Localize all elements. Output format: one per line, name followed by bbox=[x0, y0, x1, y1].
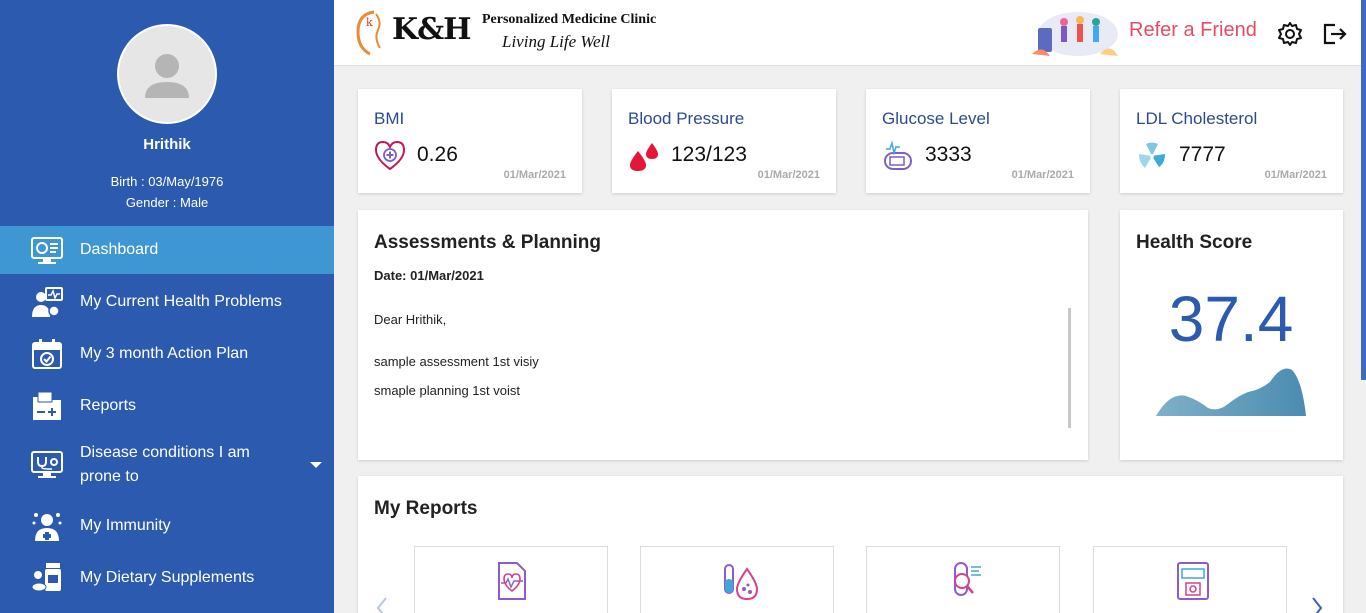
heart-plus-icon bbox=[374, 140, 406, 171]
glucose-meter-icon bbox=[884, 140, 912, 170]
monitor-stethoscope-icon bbox=[31, 451, 63, 478]
my-reports-title: My Reports bbox=[374, 498, 478, 519]
health-score-title: Health Score bbox=[1136, 232, 1253, 253]
clinic-logo-icon[interactable]: k bbox=[352, 8, 390, 56]
sidebar: Hrithik Birth : 03/May/1976 Gender : Mal… bbox=[0, 0, 334, 613]
nav-item-immunity[interactable]: My Immunity bbox=[0, 502, 334, 550]
nav-label-disease-conditions-2: prone to bbox=[80, 468, 139, 485]
monitor-dashboard-icon bbox=[31, 237, 63, 264]
assessment-scrollbar[interactable] bbox=[1068, 308, 1071, 428]
nav-item-reports[interactable]: Reports bbox=[0, 382, 334, 430]
calendar-check-icon bbox=[32, 339, 62, 369]
blood-test-icon bbox=[724, 564, 759, 601]
assessment-title: Assessments & Planning bbox=[374, 232, 602, 253]
user-gender: Gender : Male bbox=[125, 195, 209, 210]
doctor-patient-icon bbox=[32, 287, 63, 317]
user-birth: Birth : 03/May/1976 bbox=[110, 174, 224, 189]
vital-card-ldl-cholesterol[interactable]: LDL Cholesterol 7777 01/Mar/2021 bbox=[1120, 89, 1343, 193]
report-tile-ecg[interactable] bbox=[414, 546, 608, 613]
nav-item-action-plan[interactable]: My 3 month Action Plan bbox=[0, 330, 334, 378]
svg-text:k: k bbox=[366, 16, 373, 29]
nav-label-action-plan: My 3 month Action Plan bbox=[80, 345, 249, 362]
nav-label-dietary-supplements: My Dietary Supplements bbox=[80, 569, 255, 586]
gear-icon[interactable] bbox=[1277, 21, 1303, 47]
nav-item-health-problems[interactable]: My Current Health Problems bbox=[0, 278, 334, 326]
report-tile-blood-test[interactable] bbox=[640, 546, 834, 613]
user-name: Hrithik bbox=[143, 136, 191, 153]
planning-text: smaple planning 1st voist bbox=[374, 383, 520, 398]
vital-date: 01/Mar/2021 bbox=[1011, 169, 1074, 181]
vital-card-glucose[interactable]: Glucose Level 3333 01/Mar/2021 bbox=[866, 89, 1090, 193]
blood-drops-icon bbox=[630, 143, 658, 171]
assessment-card: Assessments & Planning Date: 01/Mar/2021… bbox=[358, 210, 1088, 460]
vital-value: 0.26 bbox=[417, 143, 458, 166]
vital-card-blood-pressure[interactable]: Blood Pressure 123/123 01/Mar/2021 bbox=[612, 89, 836, 193]
chevron-down-icon[interactable] bbox=[310, 462, 322, 468]
vital-date: 01/Mar/2021 bbox=[1264, 169, 1327, 181]
carousel-next-icon[interactable] bbox=[1309, 596, 1325, 613]
vital-card-bmi[interactable]: BMI 0.26 01/Mar/2021 bbox=[358, 89, 582, 193]
assessment-date: Date: 01/Mar/2021 bbox=[374, 268, 484, 283]
nav-label-reports: Reports bbox=[80, 397, 137, 414]
cholesterol-fan-icon bbox=[1139, 142, 1165, 168]
test-tube-search-icon bbox=[954, 562, 981, 596]
header: k K&H Personalized Medicine Clinic Livin… bbox=[334, 0, 1366, 66]
folder-medical-icon bbox=[33, 391, 61, 420]
user-placeholder-icon bbox=[145, 54, 189, 98]
vital-date: 01/Mar/2021 bbox=[503, 169, 566, 181]
vital-title: LDL Cholesterol bbox=[1136, 109, 1258, 128]
nav-label-health-problems: My Current Health Problems bbox=[80, 293, 282, 310]
health-score-sparkline-icon bbox=[1156, 368, 1306, 416]
bmp-report-icon bbox=[1177, 562, 1209, 600]
page-scrollbar[interactable] bbox=[1361, 0, 1366, 380]
immune-person-icon bbox=[32, 513, 62, 541]
assessment-text: sample assessment 1st visiy bbox=[374, 354, 539, 369]
ecg-report-icon bbox=[498, 562, 526, 600]
nav-item-disease-conditions[interactable]: Disease conditions I am prone to bbox=[0, 434, 334, 496]
health-score-value: 37.4 bbox=[1168, 283, 1294, 355]
vital-title: Glucose Level bbox=[882, 109, 990, 128]
refer-friend-link[interactable]: Refer a Friend bbox=[1129, 19, 1257, 42]
clinic-tagline: Living Life Well bbox=[502, 32, 610, 51]
clinic-name: Personalized Medicine Clinic bbox=[482, 12, 657, 27]
nav-label-disease-conditions: Disease conditions I am bbox=[80, 444, 250, 461]
vital-value: 3333 bbox=[925, 143, 972, 166]
vital-value: 7777 bbox=[1179, 143, 1226, 166]
avatar[interactable] bbox=[117, 24, 217, 124]
pills-bottle-icon bbox=[31, 563, 61, 592]
health-score-card: Health Score 37.4 bbox=[1120, 210, 1343, 460]
nav-item-dashboard[interactable]: Dashboard bbox=[0, 226, 334, 274]
nav-label-immunity: My Immunity bbox=[80, 517, 171, 534]
assessment-greeting: Dear Hrithik, bbox=[374, 312, 447, 327]
report-tile-bmp[interactable] bbox=[1093, 546, 1287, 613]
refer-friends-illustration-icon bbox=[1032, 12, 1118, 56]
carousel-prev-icon[interactable] bbox=[374, 596, 390, 613]
nav-label-dashboard: Dashboard bbox=[80, 241, 159, 258]
logout-icon[interactable] bbox=[1321, 21, 1347, 47]
vital-title: Blood Pressure bbox=[628, 109, 745, 128]
vital-date: 01/Mar/2021 bbox=[757, 169, 820, 181]
vital-value: 123/123 bbox=[671, 143, 747, 166]
logo-text: K&H bbox=[392, 12, 472, 47]
nav-item-dietary-supplements[interactable]: My Dietary Supplements bbox=[0, 554, 334, 602]
report-tile-test-tube[interactable] bbox=[866, 546, 1060, 613]
my-reports-card: My Reports bbox=[358, 476, 1343, 613]
vital-title: BMI bbox=[374, 109, 405, 128]
